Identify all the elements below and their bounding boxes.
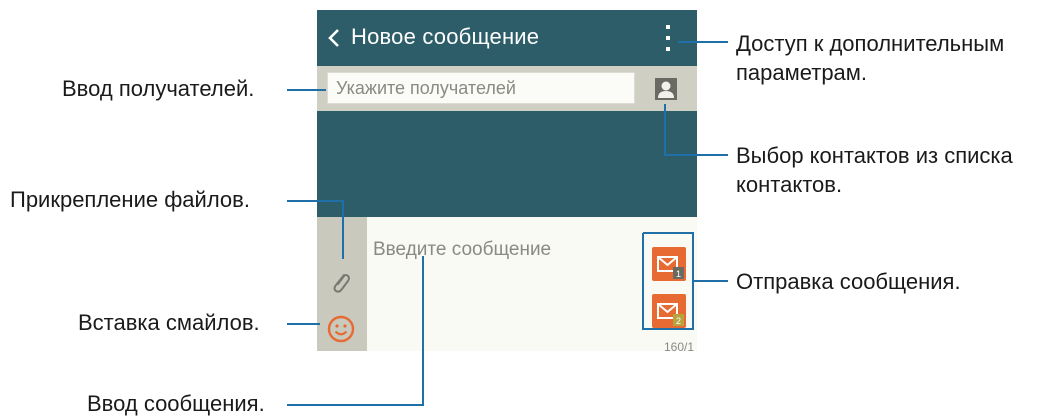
callout-contacts-line1: Выбор контактов из списка [736, 143, 1013, 168]
callout-recipients: Ввод получателей. [62, 76, 255, 101]
callout-contacts-line2: контактов. [736, 172, 843, 197]
callout-message: Ввод сообщения. [87, 391, 265, 416]
callout-attach: Прикрепление файлов. [10, 187, 250, 212]
callout-emoticons: Вставка смайлов. [78, 310, 260, 335]
callout-line-send [642, 232, 694, 330]
callout-send: Отправка сообщения. [736, 269, 961, 294]
callout-line-attach [287, 200, 344, 259]
callout-line-message [287, 256, 424, 406]
callout-more-options-line2: параметрам. [736, 60, 868, 85]
callout-line-contacts [664, 104, 728, 156]
callout-more-options-line1: Доступ к дополнительным [736, 31, 1005, 56]
